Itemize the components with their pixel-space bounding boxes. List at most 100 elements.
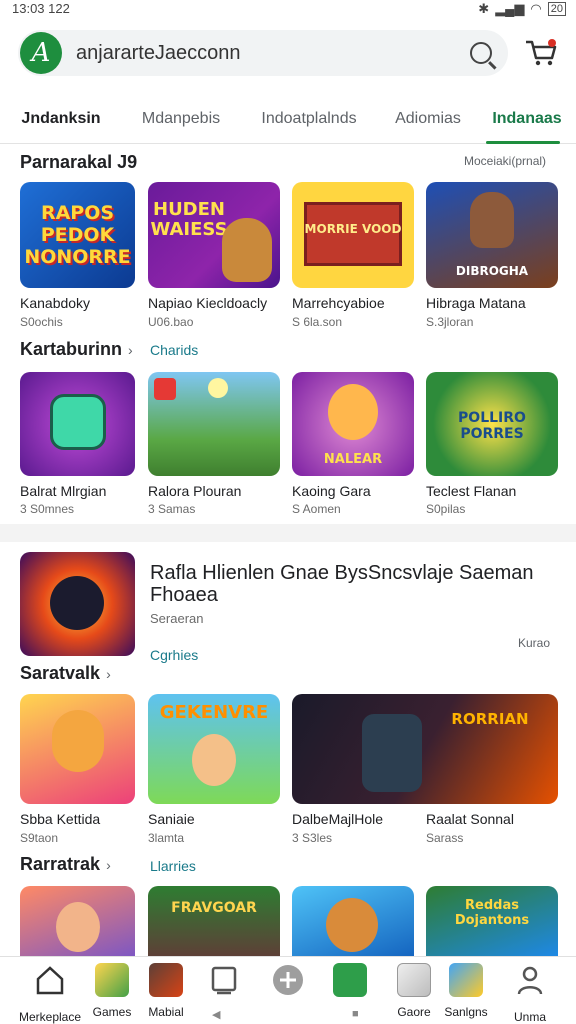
game-title-3[interactable]: Marrehcyabioe <box>292 295 385 311</box>
tile-art-text: DIBROGHA <box>455 264 529 278</box>
warrior-illustration <box>470 192 514 248</box>
bear-illustration <box>52 710 104 772</box>
featured-game-note[interactable]: Kurao <box>518 636 550 650</box>
status-icons: ✱ ▂▄▆ ◠ 20 <box>478 1 566 17</box>
game-tile-8[interactable]: POLLIRO PORRES <box>426 372 558 476</box>
logo-letter: A <box>31 38 51 68</box>
game-sub-1: S0ochis <box>20 315 63 329</box>
nav-label: Merkeplace <box>18 1010 82 1024</box>
tab-3[interactable]: Indoatplalnds <box>240 96 378 143</box>
nav-profile[interactable]: Unma <box>498 963 562 1024</box>
section-2-link[interactable]: Charids <box>150 342 198 358</box>
soldier-illustration <box>362 714 422 792</box>
game-title-9[interactable]: Sbba Kettida <box>20 811 100 827</box>
game-sub-7: S Aomen <box>292 502 341 516</box>
nav-add[interactable] <box>256 963 320 1002</box>
game-title-5[interactable]: Balrat Mlrgian <box>20 483 106 499</box>
game-tile-10[interactable]: GEKENVRE <box>148 694 280 804</box>
game-title-8[interactable]: Teclest Flanan <box>426 483 516 499</box>
featured-game-title[interactable]: Rafla Hlienlen Gnae BysSncsvlaje Saeman … <box>150 562 560 606</box>
featured-game-icon[interactable] <box>20 552 135 656</box>
section-4-title-text: Rarratrak <box>20 854 101 874</box>
section-1-title[interactable]: Parnarakal J9 <box>20 152 137 173</box>
section-4-title[interactable]: Rarratrak › <box>20 854 111 875</box>
game-tile-3[interactable]: MORRIE VOOD <box>292 182 414 288</box>
game-tile-16[interactable]: Reddas Dojantons <box>426 886 558 956</box>
section-3-title[interactable]: Saratvalk › <box>20 663 111 684</box>
search-input[interactable]: anjararteJaecconn <box>76 42 470 65</box>
active-tab-indicator <box>486 141 560 144</box>
game-sub-11: 3 S3les <box>292 831 333 845</box>
store-icon <box>333 963 367 997</box>
game-title-10[interactable]: Saniaie <box>148 811 195 827</box>
game-sub-5: 3 S0mnes <box>20 502 75 516</box>
bomb-illustration <box>50 576 104 630</box>
game-tile-11[interactable]: RORRIAN <box>292 694 558 804</box>
girl-illustration <box>56 902 100 952</box>
section-1-note[interactable]: Moceiaki(prnal) <box>464 154 546 168</box>
game-sub-6: 3 Samas <box>148 502 196 516</box>
featured-game-sub: Seraeran <box>150 611 204 626</box>
game-tile-6[interactable] <box>148 372 280 476</box>
tile-art-text: FRAVGOAR <box>171 900 257 916</box>
game-tile-5[interactable] <box>20 372 135 476</box>
section-4-link[interactable]: Llarries <box>150 858 196 874</box>
nav-store[interactable] <box>318 963 382 997</box>
chevron-right-icon: › <box>106 857 111 873</box>
tab-1[interactable]: Jndanksin <box>0 96 122 143</box>
status-bar: 13:03 122 ✱ ▂▄▆ ◠ 20 <box>0 0 576 18</box>
game-tile-13[interactable] <box>20 886 135 956</box>
game-title-11[interactable]: DalbeMajlHole <box>292 811 383 827</box>
tile-art-text: HUDEN WAIESS <box>150 199 228 240</box>
game-sub-8: S0pilas <box>426 502 466 516</box>
game-tile-14[interactable]: FRAVGOAR <box>148 886 280 956</box>
app-badge <box>154 378 176 400</box>
nav-settings[interactable]: Sanlgns <box>434 963 498 1019</box>
nav-device[interactable] <box>192 963 256 1002</box>
game-title-6[interactable]: Ralora Plouran <box>148 483 241 499</box>
game-title-2[interactable]: Napiao Kiecldoacly <box>148 295 267 311</box>
game-sub-10: 3lamta <box>148 831 185 845</box>
game-title-7[interactable]: Kaoing Gara <box>292 483 371 499</box>
chevron-right-icon: › <box>128 342 133 358</box>
games-icon <box>95 963 129 997</box>
bluetooth-icon: ✱ <box>478 1 490 16</box>
game-tile-2[interactable]: HUDEN WAIESS <box>148 182 280 288</box>
game-title-1[interactable]: Kanabdoky <box>20 295 90 311</box>
game-tile-15[interactable] <box>292 886 414 956</box>
cube-character <box>50 394 106 450</box>
nav-marketplace[interactable]: Merkeplace <box>18 963 82 1024</box>
game-title-12[interactable]: Raalat Sonnal <box>426 811 514 827</box>
game-title-4[interactable]: Hibraga Matana <box>426 295 526 311</box>
game-tile-4[interactable]: DIBROGHA <box>426 182 558 288</box>
game-sub-3: S 6la.son <box>292 315 343 329</box>
nav-label: Mabial <box>148 1005 184 1019</box>
game-tile-9[interactable] <box>20 694 135 804</box>
bottom-navigation: Merkeplace Games Mabial Gaore Sanlgns Un… <box>0 956 576 1024</box>
cart-icon[interactable] <box>524 38 558 68</box>
game-tile-7[interactable]: NALEAR <box>292 372 414 476</box>
nav-label: Unma <box>513 1010 546 1024</box>
mobile-game-icon <box>149 963 183 997</box>
nav-mobile[interactable]: Mabial <box>134 963 198 1019</box>
tab-4[interactable]: Adiomias <box>378 96 478 143</box>
home-gesture-icon[interactable]: ■ <box>352 1008 359 1020</box>
search-icon[interactable] <box>470 42 492 64</box>
section-3-link[interactable]: Cgrhies <box>150 647 198 663</box>
tile-art-text: NALEAR <box>323 452 383 467</box>
tab-2[interactable]: Mdanpebis <box>122 96 240 143</box>
back-gesture-icon[interactable]: ◀ <box>212 1008 220 1021</box>
game-tile-1[interactable]: RAPOS PEDOK NONORRE <box>20 182 135 288</box>
home-icon <box>36 966 64 995</box>
battery-icon: 20 <box>547 2 566 16</box>
tab-5[interactable]: Indanaas <box>478 96 576 143</box>
add-icon <box>273 965 303 995</box>
section-1-title-text: Parnarakal J9 <box>20 152 138 172</box>
search-bar[interactable]: A anjararteJaecconn <box>18 30 508 76</box>
tile-art-text: MORRIE VOOD <box>304 222 402 236</box>
tile-art-text: POLLIRO PORRES <box>458 410 526 442</box>
status-time: 13:03 122 <box>12 1 70 16</box>
section-3-title-text: Saratvalk <box>20 663 101 683</box>
chevron-right-icon: › <box>106 666 111 682</box>
section-2-title[interactable]: Kartaburinn › <box>20 339 133 360</box>
